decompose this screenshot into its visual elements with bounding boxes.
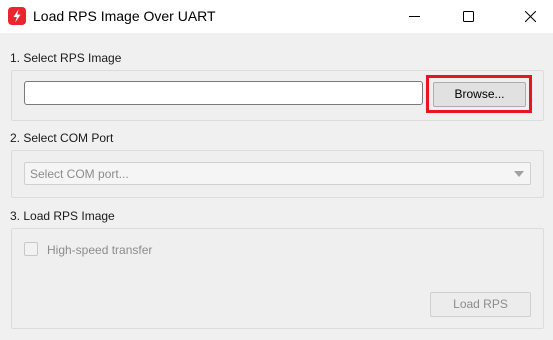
title-bar: Load RPS Image Over UART xyxy=(0,0,553,33)
image-path-input[interactable] xyxy=(24,81,423,105)
load-image-label: 3. Load RPS Image xyxy=(10,209,115,223)
maximize-icon xyxy=(463,11,474,22)
minimize-button[interactable] xyxy=(391,0,437,33)
lightning-bolt-icon xyxy=(8,7,26,25)
high-speed-checkbox[interactable] xyxy=(24,242,38,256)
window-title: Load RPS Image Over UART xyxy=(33,8,216,24)
maximize-button[interactable] xyxy=(445,0,491,33)
close-icon xyxy=(525,11,536,22)
select-com-label: 2. Select COM Port xyxy=(10,131,114,145)
chevron-down-icon xyxy=(514,171,524,177)
minimize-icon xyxy=(409,16,420,17)
browse-button[interactable]: Browse... xyxy=(433,82,526,107)
close-button[interactable] xyxy=(507,0,553,33)
com-port-placeholder: Select COM port... xyxy=(30,167,129,181)
high-speed-label: High-speed transfer xyxy=(47,243,153,257)
select-image-label: 1. Select RPS Image xyxy=(10,51,122,65)
com-port-select[interactable]: Select COM port... xyxy=(24,162,531,185)
load-rps-button[interactable]: Load RPS xyxy=(430,292,531,317)
